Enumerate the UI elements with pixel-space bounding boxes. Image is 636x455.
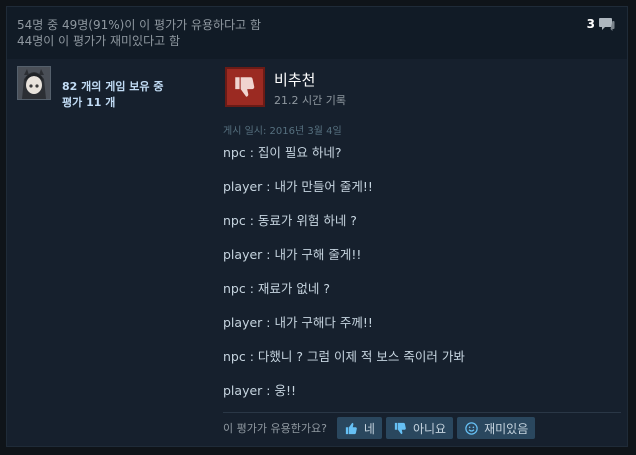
comment-icon <box>599 18 615 31</box>
playtime-hours: 21.2 시간 기록 <box>274 94 346 107</box>
review-line: player : 내가 만들어 줄게!! <box>223 179 373 194</box>
helpful-count: 54명 중 49명(91%)이 이 평가가 유용하다고 함 <box>17 18 262 32</box>
review-card: 54명 중 49명(91%)이 이 평가가 유용하다고 함 44명이 이 평가가… <box>6 6 628 447</box>
smiley-icon <box>465 421 478 435</box>
review-line: npc : 재료가 없네 ? <box>223 281 330 296</box>
posted-date: 게시 일시: 2016년 3월 4일 <box>223 126 342 137</box>
comment-count[interactable]: 3 <box>587 17 615 31</box>
vote-yes-button[interactable]: 네 <box>336 417 382 439</box>
thumbs-down-icon <box>394 422 406 434</box>
helpful-summary: 54명 중 49명(91%)이 이 평가가 유용하다고 함 44명이 이 평가가… <box>17 17 261 49</box>
vote-prompt: 이 평가가 유용한가요? <box>223 422 327 435</box>
review-count[interactable]: 평가 11 개 <box>62 95 163 111</box>
review-line: player : 내가 구해 줄게!! <box>223 247 362 262</box>
vote-funny-button[interactable]: 재미있음 <box>457 417 536 439</box>
review-text: npc : 집이 필요 하네? player : 내가 만들어 줄게!! npc… <box>223 145 465 417</box>
vote-no-button[interactable]: 아니요 <box>385 417 454 439</box>
review-line: npc : 동료가 위험 하네 ? <box>223 213 357 228</box>
review-line: npc : 다했니 ? 그럼 이제 적 보스 죽이러 가봐 <box>223 349 465 364</box>
author-avatar[interactable] <box>17 66 51 100</box>
vote-controls: 이 평가가 유용한가요? 네 아니요 재미있음 <box>223 417 539 439</box>
review-header: 54명 중 49명(91%)이 이 평가가 유용하다고 함 44명이 이 평가가… <box>7 7 627 59</box>
vote-no-label: 아니요 <box>412 421 447 436</box>
vote-funny-label: 재미있음 <box>484 421 529 436</box>
thumbs-up-icon <box>345 422 357 434</box>
games-owned[interactable]: 82 개의 게임 보유 중 <box>62 79 163 95</box>
funny-count: 44명이 이 평가가 재미있다고 함 <box>17 34 181 48</box>
comment-count-number: 3 <box>586 17 595 31</box>
review-line: player : 내가 구해다 주께!! <box>223 315 373 330</box>
author-stats: 82 개의 게임 보유 중 평가 11 개 <box>62 79 163 111</box>
avatar-image <box>18 67 50 99</box>
review-line: npc : 집이 필요 하네? <box>223 145 342 160</box>
review-verdict[interactable]: 비추천 <box>274 69 315 90</box>
thumbs-down-icon <box>225 67 265 107</box>
divider <box>223 412 621 413</box>
vote-yes-label: 네 <box>363 421 375 436</box>
